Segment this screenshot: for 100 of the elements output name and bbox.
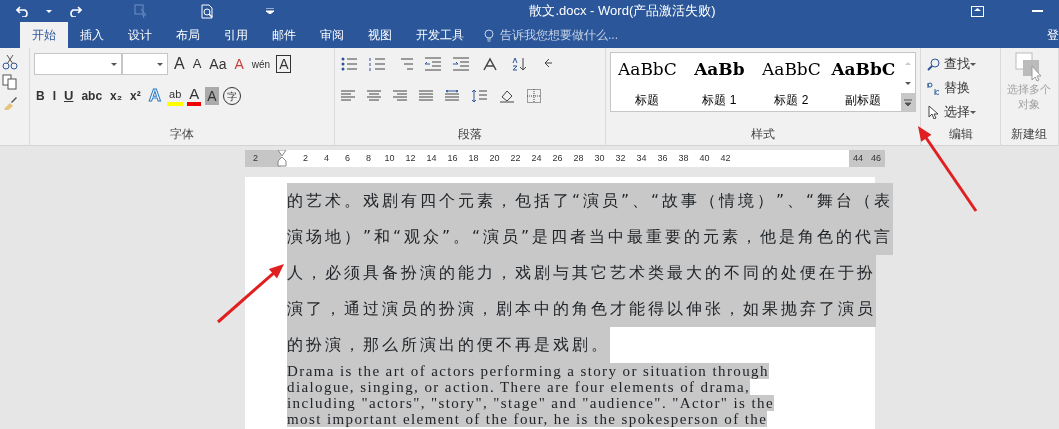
more-styles-icon[interactable] xyxy=(901,93,916,111)
decrease-indent-icon[interactable] xyxy=(424,57,441,71)
style-preview: AaBbC xyxy=(760,58,822,81)
align-center-icon[interactable] xyxy=(366,90,381,102)
font-color-button[interactable]: A xyxy=(187,86,202,106)
pointer-icon xyxy=(927,105,941,119)
style-item[interactable]: AaBbC 标题 2 xyxy=(755,53,828,111)
highlight-button[interactable]: ab xyxy=(167,86,184,106)
replace-icon xyxy=(927,81,941,95)
ribbon-tab[interactable]: 邮件 xyxy=(260,22,308,48)
ruler-number: 38 xyxy=(677,151,690,165)
underline-button[interactable]: U xyxy=(62,84,76,108)
scissors-icon[interactable] xyxy=(2,54,18,70)
style-name: 副标题 xyxy=(844,91,883,109)
ribbon-tab[interactable]: 布局 xyxy=(164,22,212,48)
copy-icon[interactable] xyxy=(2,74,18,90)
indent-marker-icon[interactable] xyxy=(277,150,287,167)
ribbon-display-icon[interactable] xyxy=(971,5,984,17)
style-preview: AaBb xyxy=(693,58,746,81)
distributed-icon[interactable] xyxy=(444,90,459,102)
caret-icon[interactable] xyxy=(156,62,163,66)
caret-icon[interactable] xyxy=(970,62,977,66)
ruler-number: 30 xyxy=(593,151,606,165)
lightbulb-icon xyxy=(484,28,494,42)
justify-icon[interactable] xyxy=(418,90,433,102)
ruler-number: 12 xyxy=(404,151,417,165)
ribbon-tab[interactable]: 设计 xyxy=(116,22,164,48)
font-size-field[interactable] xyxy=(121,53,168,75)
undo-icon[interactable] xyxy=(16,5,30,17)
align-left-icon[interactable] xyxy=(340,90,355,102)
font-grow-button[interactable]: A xyxy=(171,52,187,76)
caret-icon[interactable] xyxy=(46,9,52,13)
select-objects-icon xyxy=(1015,52,1044,82)
sign-in-link[interactable]: 登 xyxy=(1047,26,1059,44)
style-item[interactable]: AaBbC 标题 xyxy=(611,53,684,111)
format-button[interactable]: x₂ xyxy=(108,84,125,108)
editing-command[interactable]: 查找 xyxy=(925,52,996,76)
ruler-number: 40 xyxy=(698,151,711,165)
ribbon-tab[interactable]: 引用 xyxy=(212,22,260,48)
character-border-button[interactable]: A xyxy=(276,55,292,73)
ribbon-tab[interactable]: 审阅 xyxy=(308,22,356,48)
align-right-icon[interactable] xyxy=(392,90,407,102)
ruler-number: 2 xyxy=(302,151,309,165)
ruler-number: 10 xyxy=(383,151,396,165)
change-case-button[interactable]: Aa xyxy=(207,52,229,76)
customize-menu-icon[interactable] xyxy=(266,8,274,14)
editing-command[interactable]: 选择 xyxy=(925,100,996,124)
ruler-number: 28 xyxy=(572,151,585,165)
style-name: 标题 1 xyxy=(701,91,738,109)
style-name: 标题 2 xyxy=(773,91,810,109)
phonetic-guide-button[interactable]: wén xyxy=(249,52,273,76)
shading-icon[interactable] xyxy=(498,89,515,103)
format-button[interactable]: B xyxy=(33,84,47,108)
ruler-number: 6 xyxy=(344,151,351,165)
group-label: 样式 xyxy=(750,126,777,143)
font-name-field[interactable] xyxy=(33,53,122,75)
window-title: 散文.docx - Word(产品激活失败) xyxy=(528,2,717,21)
ruler-number: 16 xyxy=(446,151,459,165)
line-spacing-icon[interactable] xyxy=(470,89,487,103)
ruler-number: 4 xyxy=(323,151,330,165)
editing-command[interactable]: 替换 xyxy=(925,76,996,100)
numbering-icon[interactable] xyxy=(368,57,385,71)
borders-icon[interactable] xyxy=(526,89,541,103)
caret-icon[interactable] xyxy=(970,110,977,114)
text-direction-icon[interactable] xyxy=(480,57,499,71)
ruler-number: 44 xyxy=(852,151,864,165)
tell-me-field[interactable]: 告诉我您想要做什么... xyxy=(498,25,658,45)
style-item[interactable]: AaBb 标题 1 xyxy=(683,53,756,111)
ruler-number: 8 xyxy=(365,151,372,165)
ruler-number: 46 xyxy=(870,151,882,165)
print-preview-icon[interactable] xyxy=(200,3,214,19)
format-button[interactable]: I xyxy=(50,84,58,108)
increase-indent-icon[interactable] xyxy=(452,57,469,71)
font-shrink-button[interactable]: A xyxy=(190,52,204,76)
sort-icon[interactable] xyxy=(510,57,527,71)
style-name: 标题 xyxy=(634,91,661,109)
ribbon-tab[interactable]: 开始 xyxy=(20,22,68,48)
ruler-number: 42 xyxy=(719,151,732,165)
ribbon-tab[interactable]: 视图 xyxy=(356,22,404,48)
ribbon-tab[interactable]: 插入 xyxy=(68,22,116,48)
character-shading-button[interactable]: A xyxy=(205,87,219,105)
format-button[interactable]: x² xyxy=(128,84,143,108)
ruler-number: 14 xyxy=(425,151,438,165)
ribbon-tab[interactable]: 开发工具 xyxy=(404,22,476,48)
ruler-number: 34 xyxy=(635,151,648,165)
ruler-number: 18 xyxy=(467,151,480,165)
bullets-icon[interactable] xyxy=(340,57,357,71)
search-icon xyxy=(927,57,941,71)
ruler-number: 24 xyxy=(530,151,543,165)
clear-formatting-button[interactable]: A xyxy=(232,52,246,76)
style-item[interactable]: AaBbC 副标题 xyxy=(827,53,900,111)
ruler-number: 22 xyxy=(509,151,522,165)
ruler-number: 20 xyxy=(488,151,501,165)
style-preview: AaBbC xyxy=(830,58,897,81)
redo-icon[interactable] xyxy=(68,5,82,17)
ruler-number: 2 xyxy=(252,151,259,165)
format-button[interactable]: abc xyxy=(79,84,105,108)
group-label: 编辑 xyxy=(947,126,974,143)
group-label: 字体 xyxy=(168,126,195,143)
caret-icon[interactable] xyxy=(110,62,117,66)
